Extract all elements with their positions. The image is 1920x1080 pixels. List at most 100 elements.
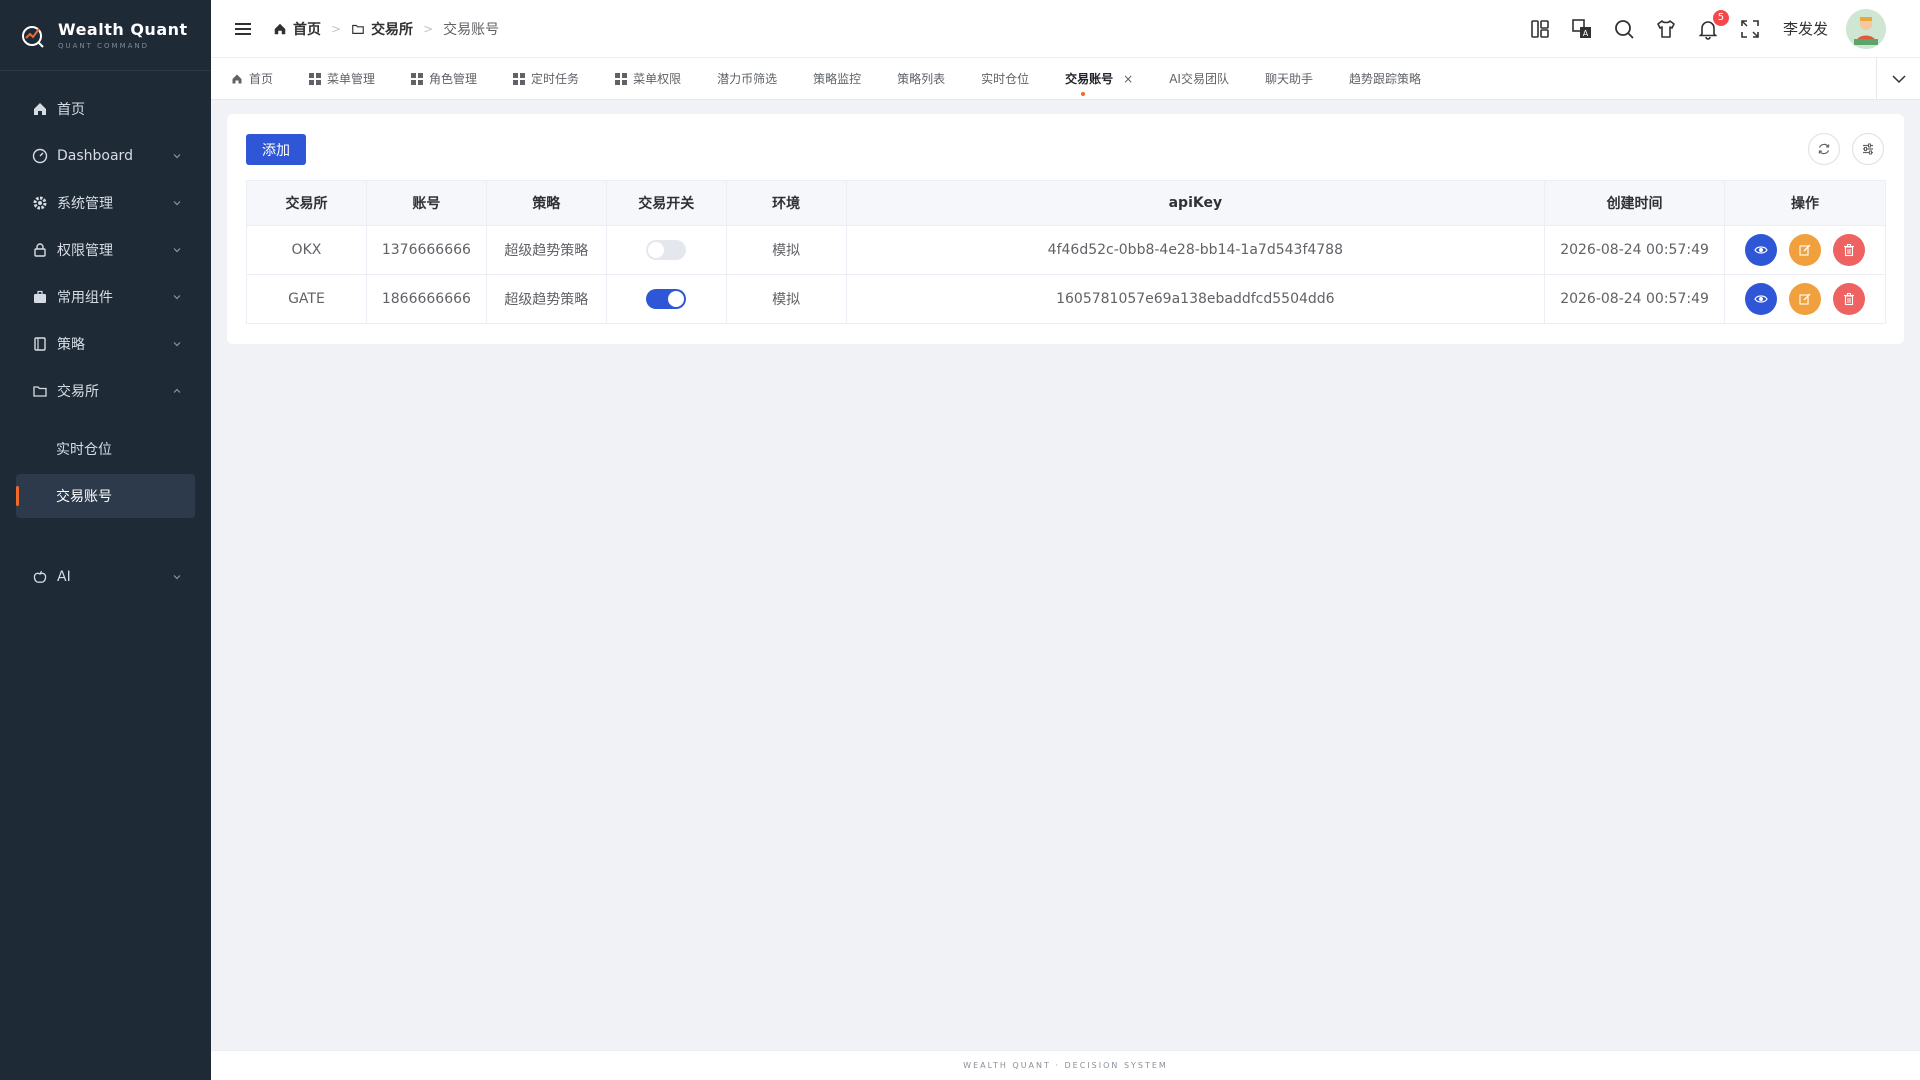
delete-button[interactable] (1833, 283, 1865, 315)
tab-home[interactable]: 首页 (231, 58, 273, 100)
tab-role-management[interactable]: 角色管理 (411, 58, 477, 100)
notification-button[interactable]: 5 (1697, 9, 1729, 40)
tab-positions[interactable]: 实时仓位 (981, 58, 1029, 100)
column-header: 交易开关 (605, 180, 727, 226)
column-header: 策略 (485, 180, 607, 226)
column-settings-button[interactable] (1852, 133, 1884, 165)
chevron-down-icon (1891, 75, 1906, 84)
view-button[interactable] (1745, 234, 1777, 266)
tab-strategy-monitor[interactable]: 策略监控 (813, 58, 861, 100)
briefcase-icon (34, 290, 46, 303)
layout-switch-button[interactable] (1529, 18, 1551, 40)
chevron-down-icon (173, 341, 181, 346)
tab-strategy-list[interactable]: 策略列表 (897, 58, 945, 100)
sidebar-item-strategy[interactable]: 策略 (0, 320, 211, 367)
top-header: 首页 > 交易所 > 交易账号 A 5 李发发 (211, 0, 1920, 58)
tab-menu-permissions[interactable]: 菜单权限 (615, 58, 681, 100)
svg-text:A: A (1583, 29, 1589, 38)
brand[interactable]: Wealth Quant QUANT COMMAND (0, 0, 211, 71)
view-button[interactable] (1745, 283, 1777, 315)
sidebar-item-exchange[interactable]: 交易所 (0, 367, 211, 414)
tab-label: AI交易团队 (1169, 72, 1229, 86)
refresh-icon (1818, 143, 1830, 155)
edit-button[interactable] (1789, 234, 1821, 266)
chevron-down-icon (173, 200, 181, 205)
sidebar-item-dashboard[interactable]: Dashboard (0, 132, 211, 179)
tab-label: 交易账号 (1065, 72, 1114, 86)
user-name[interactable]: 李发发 (1783, 18, 1828, 39)
edit-icon (1799, 244, 1811, 256)
apple-icon (33, 570, 47, 583)
cell-strategy: 超级趋势策略 (485, 274, 607, 324)
sidebar-item-system[interactable]: 系统管理 (0, 179, 211, 226)
cell-exchange: GATE (246, 274, 367, 324)
edit-button[interactable] (1789, 283, 1821, 315)
exchange-submenu: 实时仓位 交易账号 (0, 414, 211, 527)
eye-icon (1754, 295, 1768, 303)
home-icon (232, 74, 242, 83)
gear-icon (33, 196, 47, 209)
breadcrumb-exchange[interactable]: 交易所 (351, 19, 413, 39)
trade-toggle[interactable] (646, 240, 687, 260)
sidebar-item-components[interactable]: 常用组件 (0, 273, 211, 320)
trade-toggle[interactable] (646, 289, 687, 309)
column-header: 操作 (1724, 180, 1886, 226)
cell-account: 1866666666 (365, 274, 487, 324)
tab-chat-assistant[interactable]: 聊天助手 (1265, 58, 1313, 100)
add-button[interactable]: 添加 (246, 134, 306, 165)
translate-button[interactable]: A (1571, 18, 1593, 40)
table-header-row: 交易所 账号 策略 交易开关 环境 apiKey 创建时间 操作 (246, 180, 1886, 226)
close-icon[interactable]: × (1123, 72, 1133, 86)
sidebar-subitem-trade-accounts[interactable]: 交易账号 (16, 474, 195, 518)
breadcrumb-separator: > (331, 21, 342, 36)
column-header: 创建时间 (1544, 180, 1725, 226)
tab-menu-management[interactable]: 菜单管理 (309, 58, 375, 100)
chevron-down-icon (173, 247, 181, 252)
sidebar-item-label: 系统管理 (57, 195, 113, 212)
theme-button[interactable] (1655, 18, 1677, 40)
cell-created: 2026-08-24 00:57:49 (1544, 225, 1725, 275)
tab-scheduled-tasks[interactable]: 定时任务 (513, 58, 579, 100)
sidebar-item-ai[interactable]: AI (0, 553, 211, 600)
tab-coin-screener[interactable]: 潜力币筛选 (717, 58, 777, 100)
grid-icon (309, 72, 322, 85)
cell-account: 1376666666 (365, 225, 487, 275)
cell-apikey: 4f46d52c-0bb8-4e28-bb14-1a7d543f4788 (845, 225, 1546, 275)
search-button[interactable] (1613, 18, 1635, 40)
fullscreen-button[interactable] (1739, 18, 1761, 40)
avatar[interactable] (1846, 8, 1886, 49)
sidebar-item-label: Dashboard (57, 147, 133, 164)
breadcrumb-home-label: 首页 (293, 21, 321, 38)
tab-label: 聊天助手 (1264, 72, 1313, 86)
accounts-table: 交易所 账号 策略 交易开关 环境 apiKey 创建时间 操作 OKX 137… (246, 180, 1886, 324)
folder-icon (33, 385, 47, 397)
sidebar-item-permission[interactable]: 权限管理 (0, 226, 211, 273)
hamburger-menu-icon[interactable] (233, 19, 253, 39)
breadcrumb-home[interactable]: 首页 (273, 19, 321, 39)
cell-exchange: OKX (246, 225, 367, 275)
layout-icon (1531, 19, 1549, 38)
fullscreen-icon (1741, 19, 1759, 38)
trash-icon (1844, 244, 1854, 257)
folder-icon (352, 24, 364, 34)
sidebar-item-home[interactable]: 首页 (0, 85, 211, 132)
tshirt-icon (1657, 19, 1675, 38)
refresh-button[interactable] (1808, 133, 1840, 165)
column-header: 交易所 (246, 180, 367, 226)
sidebar-subitem-label: 实时仓位 (56, 442, 112, 458)
table-row: OKX 1376666666 超级趋势策略 模拟 4f46d52c-0bb8-4… (246, 225, 1886, 275)
tab-ai-team[interactable]: AI交易团队 (1169, 58, 1229, 100)
cell-env: 模拟 (725, 225, 847, 275)
delete-button[interactable] (1833, 234, 1865, 266)
toggle-knob (668, 291, 685, 307)
cell-created: 2026-08-24 00:57:49 (1544, 274, 1725, 324)
edit-icon (1799, 293, 1811, 305)
tab-trade-accounts[interactable]: 交易账号 × (1065, 58, 1133, 100)
tab-trend-strategy[interactable]: 趋势跟踪策略 (1349, 58, 1421, 100)
avatar-icon (1846, 8, 1886, 49)
sidebar-item-label: AI (57, 568, 71, 585)
sidebar-subitem-positions[interactable]: 实时仓位 (16, 427, 195, 471)
cell-actions (1724, 274, 1886, 324)
accounts-card: 添加 交易所 账号 策略 交易开关 环境 apiKey 创建时间 操作 OKX … (227, 114, 1904, 344)
tabs-more-button[interactable] (1876, 58, 1920, 100)
